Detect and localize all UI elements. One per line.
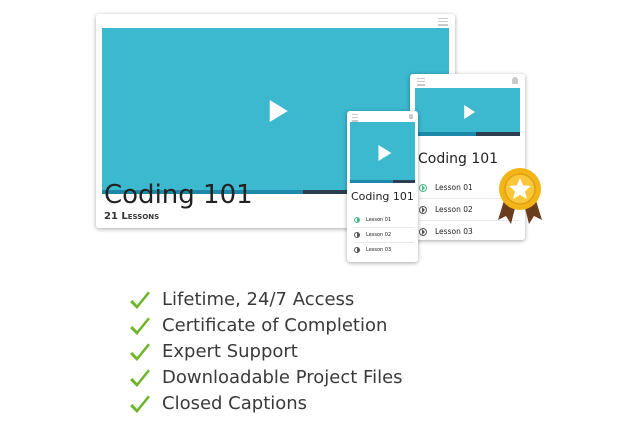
checkmark-icon <box>130 343 150 361</box>
phone-progress-fill <box>350 180 393 183</box>
tablet-video-player[interactable] <box>415 88 520 136</box>
feature-item: Downloadable Project Files <box>128 365 403 391</box>
desktop-lessons-count: 21 Lessons <box>104 211 160 222</box>
feature-label: Expert Support <box>162 341 298 362</box>
menu-icon[interactable] <box>438 18 448 28</box>
lesson-item[interactable]: Lesson 02 <box>354 228 414 243</box>
feature-label: Lifetime, 24/7 Access <box>162 289 355 310</box>
menu-icon[interactable] <box>417 78 425 88</box>
lesson-label: Lesson 01 <box>435 183 473 192</box>
play-circle-icon[interactable] <box>419 227 427 236</box>
phone-window-bar <box>347 111 418 122</box>
tablet-progress-bar[interactable] <box>415 132 520 136</box>
play-circle-icon[interactable] <box>354 232 360 238</box>
user-icon[interactable] <box>409 114 413 119</box>
feature-item: Certificate of Completion <box>128 313 403 339</box>
tablet-progress-fill <box>415 132 476 136</box>
feature-label: Closed Captions <box>162 393 308 414</box>
lesson-label: Lesson 02 <box>366 232 392 238</box>
award-badge-icon <box>498 168 542 224</box>
feature-item: Expert Support <box>128 339 403 365</box>
play-circle-icon[interactable] <box>419 205 427 214</box>
feature-item: Closed Captions <box>128 391 403 417</box>
desktop-course-title: Coding 101 <box>104 180 253 210</box>
lesson-label: Lesson 03 <box>366 247 392 253</box>
feature-item: Lifetime, 24/7 Access <box>128 287 403 313</box>
play-icon[interactable] <box>377 144 391 161</box>
play-icon[interactable] <box>463 105 475 119</box>
feature-label: Downloadable Project Files <box>162 367 403 388</box>
tablet-window-bar <box>410 74 525 88</box>
play-circle-icon[interactable] <box>354 247 360 253</box>
desktop-window-titlebar <box>96 14 455 33</box>
tablet-course-title: Coding 101 <box>418 151 499 167</box>
checkmark-icon <box>130 369 150 387</box>
lesson-item[interactable]: Lesson 01 <box>354 213 414 228</box>
feature-label: Certificate of Completion <box>162 315 388 336</box>
phone-lesson-list: Lesson 01 Lesson 02 Lesson 03 <box>354 213 414 257</box>
checkmark-icon <box>130 291 150 309</box>
play-circle-icon[interactable] <box>354 217 360 223</box>
lesson-item[interactable]: Lesson 03 <box>354 243 414 257</box>
lesson-label: Lesson 03 <box>435 227 473 236</box>
checkmark-icon <box>130 317 150 335</box>
phone-progress-bar[interactable] <box>350 180 415 183</box>
checkmark-icon <box>130 395 150 413</box>
phone-course-title: Coding 101 <box>351 190 414 203</box>
play-circle-icon[interactable] <box>419 183 427 192</box>
lesson-label: Lesson 01 <box>366 217 392 223</box>
play-icon[interactable] <box>269 100 288 122</box>
user-icon[interactable] <box>512 77 518 84</box>
lesson-label: Lesson 02 <box>435 205 473 214</box>
feature-list: Lifetime, 24/7 Access Certificate of Comp… <box>128 287 403 417</box>
phone-video-player[interactable] <box>350 122 415 183</box>
